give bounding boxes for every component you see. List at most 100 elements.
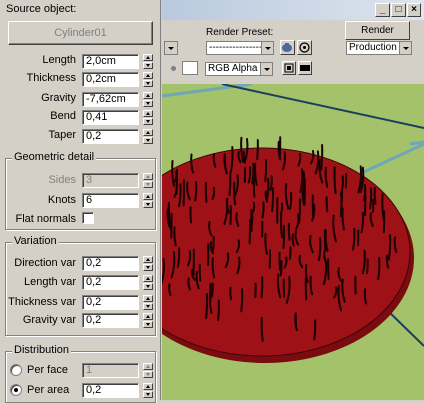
window-titlebar[interactable]: _ □ × (162, 0, 424, 20)
bend-field[interactable]: 0,41 (82, 110, 139, 125)
hair-strand (257, 140, 258, 159)
length-var-label: Length var (24, 276, 76, 288)
hair-strand (314, 320, 315, 339)
length-label: Length (42, 54, 76, 66)
render-button[interactable]: Render (345, 21, 410, 40)
gravity-spinner[interactable] (143, 92, 153, 107)
hair-strand (169, 284, 170, 295)
sides-field: 3 (82, 173, 139, 188)
hair-strand (230, 172, 231, 195)
hair-strand (289, 224, 290, 240)
gravity-var-spinner[interactable] (143, 313, 153, 328)
thickness-field[interactable]: 0,2cm (82, 72, 139, 87)
knots-label: Knots (48, 194, 76, 206)
close-icon[interactable]: × (407, 3, 421, 17)
thickness-var-spinner[interactable] (143, 295, 153, 310)
hair-strand (272, 188, 273, 211)
hair-strand (299, 199, 300, 223)
environment-button[interactable] (297, 40, 312, 55)
distribution-title: Distribution (12, 344, 71, 356)
hair-strand (230, 288, 231, 299)
direction-var-field[interactable]: 0,2 (82, 256, 139, 271)
maximize-icon[interactable]: □ (391, 3, 406, 17)
hair-strand (234, 183, 235, 204)
hair-strand (290, 193, 291, 209)
thickness-var-field[interactable]: 0,2 (82, 295, 139, 310)
gravity-var-label: Gravity var (23, 314, 76, 326)
clear-icon (299, 62, 311, 74)
channel-value: RGB Alpha (208, 63, 257, 74)
color-swatch[interactable] (182, 61, 198, 75)
length-var-field[interactable]: 0,2 (82, 275, 139, 290)
area-to-render-dropdown[interactable] (164, 41, 178, 55)
direction-var-spinner[interactable] (143, 256, 153, 271)
length-spinner[interactable] (143, 54, 153, 69)
length-var-spinner[interactable] (143, 275, 153, 290)
minimize-icon[interactable]: _ (375, 3, 390, 17)
render-viewport (162, 84, 424, 400)
render-preset-dropdown[interactable]: -------------------- (206, 41, 274, 55)
render-mode-value: Production (349, 42, 397, 53)
clear-button[interactable] (298, 61, 312, 75)
thickness-label: Thickness (26, 72, 76, 84)
per-area-field[interactable]: 0,2 (82, 383, 139, 398)
mono-icon (283, 62, 295, 74)
channel-dropdown[interactable]: RGB Alpha (205, 62, 273, 76)
hair-strand (213, 237, 214, 250)
scatter-parameters-panel: Source object: Cylinder01 Length 2,0cm T… (0, 0, 161, 400)
mono-display-button[interactable] (282, 61, 296, 75)
taper-spinner[interactable] (143, 129, 153, 144)
hair-strand (321, 145, 322, 170)
per-area-radio[interactable] (10, 384, 22, 396)
length-field[interactable]: 2,0cm (82, 54, 139, 69)
render-preset-label: Render Preset: (206, 27, 273, 38)
teapot-icon (281, 41, 294, 54)
render-setup-button[interactable] (280, 40, 295, 55)
hair-strand (365, 289, 366, 303)
sides-label: Sides (48, 174, 76, 186)
source-object-button[interactable]: Cylinder01 (8, 21, 153, 45)
hair-strand (265, 160, 266, 181)
render-image (162, 84, 424, 400)
rendered-frame-window: _ □ × Render Preset: -------------------… (162, 0, 424, 400)
hair-strand (252, 164, 253, 184)
per-area-spinner[interactable] (143, 383, 153, 398)
per-face-field: 1 (82, 363, 139, 378)
hair-strand (262, 277, 263, 297)
hair-strand (206, 294, 207, 318)
hair-strand (284, 226, 285, 248)
hair-strand (195, 182, 196, 200)
gravity-field[interactable]: -7,62cm (82, 92, 139, 107)
bend-label: Bend (50, 110, 76, 122)
knots-spinner[interactable] (143, 193, 153, 208)
environment-icon (298, 41, 311, 54)
gravity-var-field[interactable]: 0,2 (82, 313, 139, 328)
channel-dot-icon (171, 66, 176, 71)
hair-strand (364, 185, 365, 200)
source-object-header: Source object: (6, 3, 76, 15)
hair-strand (280, 137, 281, 158)
hair-strand (370, 188, 371, 208)
flat-normals-checkbox[interactable] (82, 212, 94, 224)
hair-strand (290, 247, 291, 258)
knots-field[interactable]: 6 (82, 193, 139, 208)
bend-spinner[interactable] (143, 110, 153, 125)
taper-field[interactable]: 0,2 (82, 129, 139, 144)
per-area-label: Per area (27, 384, 69, 396)
geometric-detail-title: Geometric detail (12, 151, 96, 163)
taper-label: Taper (48, 129, 76, 141)
direction-var-label: Direction var (14, 257, 76, 269)
flat-normals-label: Flat normals (15, 213, 76, 225)
hair-strand (378, 258, 379, 279)
hair-strand (241, 289, 242, 311)
gravity-label: Gravity (41, 92, 76, 104)
per-face-spinner (143, 363, 153, 378)
hair-strand (335, 168, 336, 194)
render-mode-dropdown[interactable]: Production (346, 41, 412, 55)
sides-spinner (143, 173, 153, 188)
hair-strand (212, 284, 213, 297)
hair-strand (218, 301, 219, 320)
hair-strand (375, 188, 376, 204)
per-face-radio[interactable] (10, 364, 22, 376)
thickness-spinner[interactable] (143, 72, 153, 87)
